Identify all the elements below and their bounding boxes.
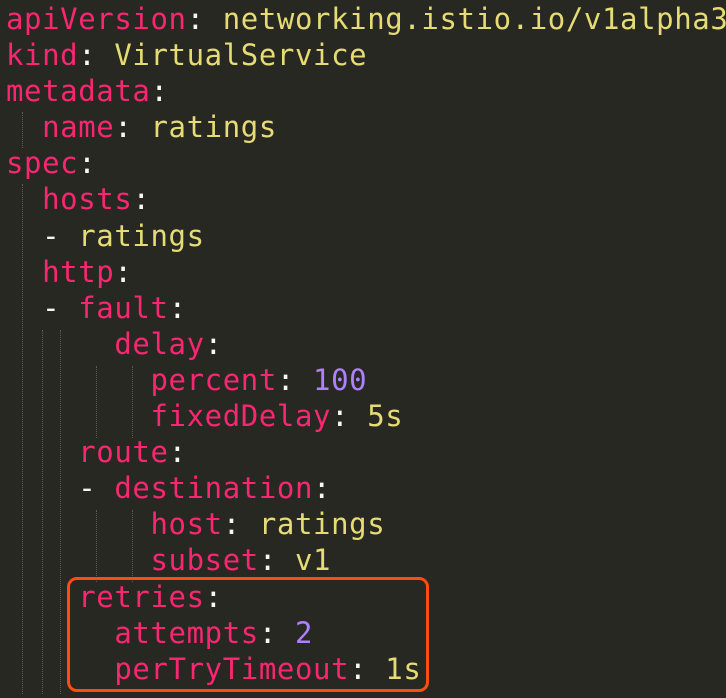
yaml-key: subset <box>150 543 259 578</box>
code-line: - ratings <box>0 218 726 254</box>
yaml-value: v1 <box>294 543 332 578</box>
code-line: - destination: <box>78 471 332 506</box>
yaml-value: networking.istio.io/v1alpha3 <box>222 2 726 36</box>
code-line: perTryTimeout: 1s <box>114 651 422 686</box>
yaml-number: 2 <box>294 615 314 650</box>
yaml-key: http <box>42 254 115 289</box>
yaml-number: 100 <box>313 362 368 397</box>
code-line: kind: VirtualService <box>6 38 368 73</box>
yaml-value: 1s <box>385 651 422 686</box>
yaml-value: ratings <box>258 507 386 542</box>
yaml-key: route <box>78 435 169 470</box>
code-line: apiVersion: networking.istio.io/v1alpha3 <box>0 1 726 37</box>
list-dash: - <box>42 290 61 325</box>
yaml-value: VirtualService <box>114 38 368 73</box>
code-line: metadata: <box>6 74 169 109</box>
yaml-key: fault <box>78 290 169 325</box>
yaml-value: ratings <box>150 110 277 145</box>
yaml-value: ratings <box>78 218 205 253</box>
yaml-key: perTryTimeout <box>114 651 350 686</box>
code-editor: apiVersion: networking.istio.io/v1alpha3… <box>0 0 726 698</box>
code-line: - fault: <box>42 290 187 325</box>
yaml-key: kind <box>6 38 79 73</box>
yaml-key: hosts <box>42 182 133 217</box>
code-line: subset: v1 <box>150 543 332 578</box>
code-line: http: <box>42 254 133 289</box>
code-line: host: ratings <box>150 507 386 542</box>
yaml-key: retries <box>78 579 205 614</box>
yaml-key: attempts <box>114 615 259 650</box>
yaml-key: metadata <box>6 74 151 109</box>
list-dash: - <box>42 218 61 253</box>
yaml-key: name <box>42 110 115 145</box>
code-line: fixedDelay: 5s <box>150 399 404 434</box>
code-line: percent: 100 <box>150 362 368 397</box>
yaml-key: fixedDelay <box>150 399 332 434</box>
code-line: attempts: 2 <box>114 615 314 650</box>
code-line: spec: <box>6 146 97 181</box>
yaml-key: spec <box>6 146 79 181</box>
yaml-value: 5s <box>367 399 404 434</box>
code-line: delay: <box>114 326 223 361</box>
code-line: route: <box>78 435 187 470</box>
code-line: hosts: <box>42 182 151 217</box>
code-line: name: ratings <box>42 110 277 145</box>
yaml-key: percent <box>150 362 277 397</box>
code-line: retries: <box>78 579 223 614</box>
yaml-key: delay <box>114 326 205 361</box>
list-dash: - <box>78 471 97 506</box>
yaml-key: destination <box>114 471 314 506</box>
yaml-key: apiVersion <box>6 2 187 36</box>
yaml-key: host <box>150 507 223 542</box>
